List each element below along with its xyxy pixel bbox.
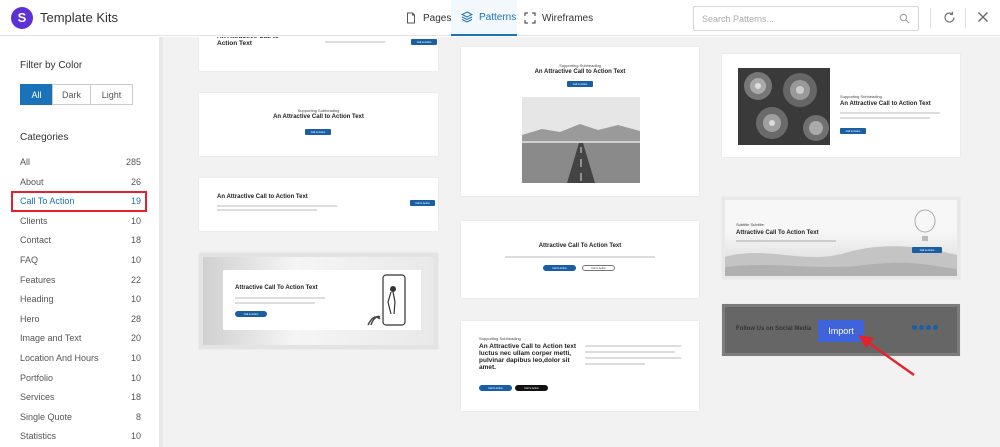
- text-line: [505, 256, 655, 258]
- annotation-arrow-icon: [858, 335, 915, 376]
- tab-patterns[interactable]: Patterns: [451, 0, 517, 36]
- app-title: Template Kits: [40, 10, 119, 25]
- refresh-icon[interactable]: [943, 11, 956, 24]
- tab-label: Pages: [423, 12, 452, 24]
- balloon-icon: [914, 209, 936, 241]
- text-line: [235, 302, 315, 304]
- search-icon[interactable]: [899, 13, 910, 24]
- document-icon: [407, 12, 415, 24]
- tab-label: Patterns: [479, 11, 517, 23]
- tab-label: Wireframes: [542, 12, 594, 24]
- text-line: [585, 363, 645, 365]
- pattern-heading: An Attractive Call to Action text luctus…: [479, 343, 577, 371]
- header-divider: [930, 8, 931, 28]
- phone-illustration-icon: [367, 274, 406, 326]
- pattern-card[interactable]: An Attractive Call to Action Text Call t…: [199, 37, 438, 71]
- patterns-grid: An Attractive Call to Action Text Call t…: [163, 37, 1000, 447]
- pattern-card[interactable]: Attractive Call To Action Text Call to A…: [461, 221, 699, 298]
- pattern-heading: An Attractive Call to Action Text: [217, 37, 279, 47]
- pattern-heading: Attractive Call To Action Text: [538, 243, 622, 249]
- color-filter-light[interactable]: Light: [90, 84, 133, 105]
- category-item-clients[interactable]: Clients 10: [20, 213, 141, 229]
- pattern-subheading: Supporting Subheading: [559, 63, 601, 68]
- pattern-heading: An Attractive Call to Action Text: [273, 114, 364, 120]
- text-line: [235, 297, 325, 299]
- pattern-button: Call to Action: [582, 265, 615, 271]
- category-item-hero[interactable]: Hero 28: [20, 311, 141, 327]
- color-filter-dark[interactable]: Dark: [52, 84, 91, 105]
- text-line: [840, 112, 940, 114]
- logo-icon: S: [11, 7, 33, 29]
- close-icon[interactable]: [977, 11, 989, 23]
- pattern-card[interactable]: Supporting Subheading An Attractive Call…: [722, 54, 960, 157]
- highlight-box: [11, 191, 147, 212]
- pattern-subheading: Supporting Subheading: [840, 94, 882, 99]
- text-line: [840, 117, 930, 119]
- tab-wireframes[interactable]: Wireframes: [524, 0, 593, 36]
- text-line: [217, 205, 337, 207]
- category-item-image-and-text[interactable]: Image and Text 20: [20, 330, 141, 346]
- pattern-subheading: Supporting Subheading: [479, 336, 521, 341]
- category-item-all[interactable]: All 285: [20, 154, 141, 170]
- category-item-contact[interactable]: Contact 18: [20, 232, 141, 248]
- search-input[interactable]: [702, 11, 892, 27]
- expand-icon: [524, 12, 536, 24]
- category-item-features[interactable]: Features 22: [20, 272, 141, 288]
- category-item-statistics[interactable]: Statistics 10: [20, 428, 141, 444]
- search-box[interactable]: [693, 6, 919, 31]
- tab-pages[interactable]: Pages: [405, 0, 451, 36]
- filter-heading: Filter by Color: [20, 60, 83, 71]
- pattern-subheading: Subtitle Subtitle: [736, 222, 764, 227]
- pattern-subheading: Supporting Subheading: [297, 108, 340, 113]
- pattern-heading: Attractive Call To Action Text: [736, 230, 819, 236]
- pattern-button: Call to Action: [479, 385, 512, 391]
- text-line: [585, 351, 675, 353]
- categories-heading: Categories: [20, 132, 69, 143]
- succulent-image: [738, 68, 830, 145]
- text-line: [585, 357, 681, 359]
- pattern-heading: Follow Us on Social Media: [736, 326, 812, 332]
- pattern-button: Call to Action: [840, 128, 866, 134]
- category-item-location-and-hours[interactable]: Location And Hours 10: [20, 350, 141, 366]
- layers-icon: [461, 11, 473, 23]
- pattern-button: Call to Action: [410, 200, 435, 206]
- pattern-button: Call to Action: [305, 129, 331, 135]
- pattern-card[interactable]: Supporting Subheading An Attractive Call…: [199, 93, 438, 156]
- pattern-button: Call to Action: [912, 247, 942, 253]
- text-line: [325, 41, 385, 43]
- category-item-about[interactable]: About 26: [20, 174, 141, 190]
- category-item-services[interactable]: Services 18: [20, 389, 141, 405]
- pattern-card[interactable]: Supporting Subheading An Attractive Call…: [461, 321, 699, 411]
- text-line: [736, 240, 836, 242]
- pattern-card[interactable]: Attractive Call To Action Text Call to A…: [199, 253, 438, 349]
- pattern-button: Call to Action: [515, 385, 548, 391]
- pattern-card[interactable]: Supporting Subheading An Attractive Call…: [461, 47, 699, 196]
- pattern-button: Call to Action: [411, 39, 437, 45]
- category-item-heading[interactable]: Heading 10: [20, 291, 141, 307]
- text-line: [217, 209, 317, 211]
- header-divider: [965, 8, 966, 28]
- color-filter-all[interactable]: All: [20, 84, 53, 105]
- pattern-button: Call to Action: [543, 265, 576, 271]
- pattern-heading: Attractive Call To Action Text: [235, 285, 318, 291]
- text-line: [585, 345, 681, 347]
- pattern-heading: An Attractive Call to Action Text: [217, 194, 308, 200]
- pattern-card[interactable]: An Attractive Call to Action Text Call t…: [199, 178, 438, 231]
- color-filter-group: All Dark Light: [20, 84, 133, 105]
- pattern-heading: An Attractive Call to Action Text: [840, 101, 931, 107]
- app-header: S Template Kits Pages Patterns Wireframe…: [0, 0, 1000, 36]
- pattern-card[interactable]: Subtitle Subtitle Attractive Call To Act…: [722, 197, 960, 279]
- road-image: [522, 97, 640, 183]
- category-item-portfolio[interactable]: Portfolio 10: [20, 370, 141, 386]
- pattern-heading: An Attractive Call to Action Text: [534, 69, 626, 75]
- pattern-button: Call to Action: [235, 311, 267, 317]
- category-item-faq[interactable]: FAQ 10: [20, 252, 141, 268]
- category-item-single-quote[interactable]: Single Quote 8: [20, 409, 141, 425]
- pattern-button: Call to Action: [567, 81, 593, 87]
